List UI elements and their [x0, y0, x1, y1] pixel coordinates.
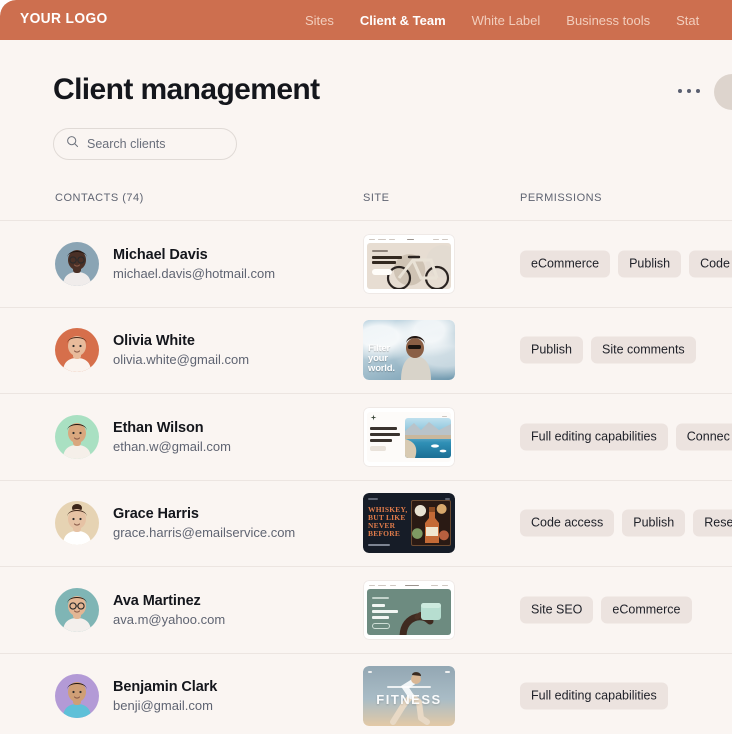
contact-cell: Ava Martinez ava.m@yahoo.com — [55, 567, 225, 653]
contact-email: olivia.white@gmail.com — [113, 352, 250, 368]
permission-tag[interactable]: Publish — [618, 250, 682, 278]
avatar — [55, 587, 99, 632]
permissions-cell: Code accessPublishReset sit — [520, 509, 732, 537]
contact-email: michael.davis@hotmail.com — [113, 265, 276, 281]
avatar — [55, 241, 99, 286]
page-title: Client management — [53, 73, 320, 106]
contact-name: Ethan Wilson — [113, 419, 204, 436]
contact-email: ava.m@yahoo.com — [113, 611, 226, 627]
permission-tag[interactable]: Reset sit — [693, 509, 732, 537]
contact-cell: Ethan Wilson ethan.w@gmail.com — [55, 394, 231, 480]
permission-tag[interactable]: eCommerce — [601, 596, 692, 624]
column-header-site: SITE — [363, 192, 390, 204]
nav-item-white-label[interactable]: White Label — [472, 13, 541, 28]
table-row[interactable]: Benjamin Clark benji@gmail.com FITNESS F… — [0, 652, 732, 734]
avatar — [55, 501, 99, 546]
contact-name: Grace Harris — [113, 506, 199, 523]
permissions-cell: Full editing capabilities Connec — [520, 423, 732, 451]
contact-email: benji@gmail.com — [113, 698, 213, 714]
column-header-contacts: CONTACTS (74) — [55, 192, 144, 204]
table-row[interactable]: Ava Martinez ava.m@yahoo.com Site SEO eC… — [0, 566, 732, 653]
permission-tag[interactable]: Full editing capabilities — [520, 682, 668, 710]
contact-cell: Grace Harris grace.harris@emailservice.c… — [55, 481, 295, 567]
site-thumbnail[interactable] — [363, 579, 455, 640]
permissions-cell: Full editing capabilities — [520, 682, 668, 710]
site-thumbnail[interactable]: FITNESS — [363, 666, 455, 727]
contact-name: Benjamin Clark — [113, 679, 218, 696]
avatar[interactable] — [714, 74, 732, 110]
contact-name: Ava Martinez — [113, 592, 201, 609]
table-column-headers: CONTACTS (74) SITE PERMISSIONS — [0, 192, 732, 222]
permission-tag[interactable]: Publish — [520, 336, 583, 364]
table-row[interactable]: Michael Davis michael.davis@hotmail.com — [0, 220, 732, 307]
main-nav: Sites Client & Team White Label Business to… — [305, 0, 699, 40]
permission-tag[interactable]: Code access — [520, 509, 615, 537]
avatar — [55, 674, 99, 719]
nav-item-client-team[interactable]: Client & Team — [360, 13, 446, 28]
table-row[interactable]: Ethan Wilson ethan.w@gmail.com Full edit… — [0, 393, 732, 480]
contact-email: grace.harris@emailservice.com — [113, 525, 296, 541]
permission-tag[interactable]: Full editing capabilities — [520, 423, 668, 451]
brand-logo[interactable]: YOUR LOGO — [20, 10, 108, 27]
column-header-permissions: PERMISSIONS — [520, 192, 602, 204]
nav-item-sites[interactable]: Sites — [305, 13, 334, 28]
top-navigation-bar: YOUR LOGO Sites Client & Team White Label B… — [0, 0, 732, 40]
contact-name: Olivia White — [113, 333, 195, 350]
search-input[interactable] — [87, 137, 227, 151]
permission-tag[interactable]: Publish — [622, 509, 686, 537]
permission-tag[interactable]: Code a — [689, 250, 732, 278]
search-box[interactable] — [53, 128, 237, 160]
site-thumbnail[interactable] — [363, 233, 455, 294]
table-row[interactable]: Olivia White olivia.white@gmail.com Filt… — [0, 306, 732, 394]
avatar — [55, 328, 99, 373]
permission-tag[interactable]: Connec — [675, 423, 732, 451]
search-icon — [66, 135, 79, 153]
contact-cell: Michael Davis michael.davis@hotmail.com — [55, 221, 275, 307]
site-thumbnail[interactable] — [363, 406, 455, 467]
client-table: Michael Davis michael.davis@hotmail.com — [0, 220, 732, 734]
permissions-cell: Publish Site comments — [520, 336, 696, 364]
contact-cell: Benjamin Clark benji@gmail.com — [55, 654, 217, 734]
contact-name: Michael Davis — [113, 246, 208, 263]
permission-tag[interactable]: Site SEO — [520, 596, 594, 624]
app-root: YOUR LOGO Sites Client & Team White Label B… — [0, 0, 732, 734]
nav-item-stat[interactable]: Stat — [676, 13, 699, 28]
permissions-cell: Site SEO eCommerce — [520, 596, 692, 624]
site-thumbnail[interactable]: Filter your world. — [363, 320, 455, 381]
more-options-icon[interactable] — [678, 84, 700, 98]
table-row[interactable]: Grace Harris grace.harris@emailservice.c… — [0, 479, 732, 567]
contact-cell: Olivia White olivia.white@gmail.com — [55, 308, 249, 394]
site-thumbnail[interactable]: WHISKEY, BUT LIKE NEVER BEFORE — [363, 493, 455, 554]
permission-tag[interactable]: eCommerce — [520, 250, 611, 278]
nav-item-business-tools[interactable]: Business tools — [566, 13, 650, 28]
contact-email: ethan.w@gmail.com — [113, 438, 231, 454]
avatar — [55, 414, 99, 459]
permission-tag[interactable]: Site comments — [591, 336, 696, 364]
permissions-cell: eCommercePublishCode a — [520, 250, 732, 278]
